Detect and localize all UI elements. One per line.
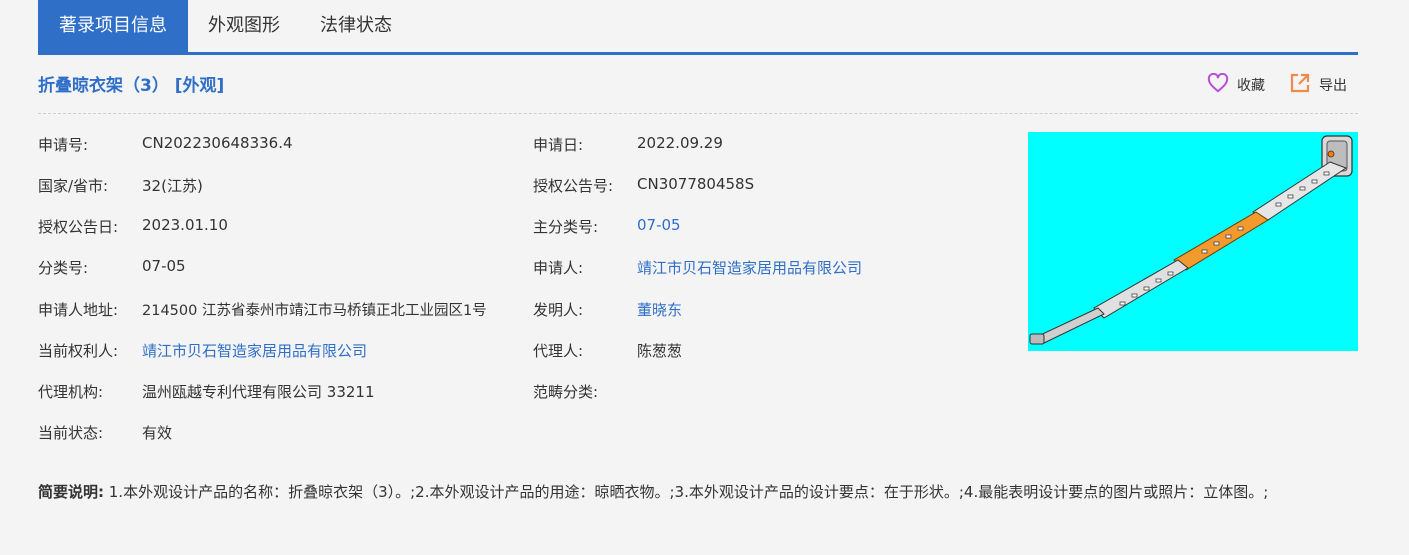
agent-value: 陈葱葱: [637, 342, 683, 360]
applicant-address-label: 申请人地址:: [38, 301, 119, 319]
tab-bar: 著录项目信息 外观图形 法律状态: [38, 0, 412, 52]
tab-legal-status[interactable]: 法律状态: [300, 0, 412, 52]
agency-label: 代理机构:: [38, 383, 104, 401]
applicant-label: 申请人:: [533, 259, 584, 277]
class-no-value: 07-05: [142, 257, 186, 275]
design-image[interactable]: [1028, 132, 1358, 351]
divider: [38, 113, 1358, 114]
inventor-link[interactable]: 董晓东: [637, 299, 682, 320]
grant-date-value: 2023.01.10: [142, 216, 228, 234]
agency-value: 温州瓯越专利代理有限公司 33211: [142, 383, 375, 401]
current-owner-label: 当前权利人:: [38, 342, 119, 360]
brief-description-label: 简要说明:: [38, 483, 104, 501]
external-link-icon: [1289, 72, 1311, 98]
patent-title: 折叠晾衣架（3） [外观]: [38, 76, 225, 96]
class-no-label: 分类号:: [38, 259, 89, 277]
brief-description: 简要说明: 1.本外观设计产品的名称：折叠晾衣架（3）。;2.本外观设计产品的用…: [38, 480, 1358, 504]
grant-date-label: 授权公告日:: [38, 218, 119, 236]
main-class-label: 主分类号:: [533, 218, 599, 236]
favorite-label: 收藏: [1237, 78, 1265, 94]
country-label: 国家/省市:: [38, 177, 109, 195]
applicant-link[interactable]: 靖江市贝石智造家居用品有限公司: [637, 257, 862, 278]
inventor-label: 发明人:: [533, 301, 584, 319]
title-actions: 收藏 导出: [1207, 72, 1347, 98]
status-value: 有效: [142, 424, 173, 442]
grant-no-value: CN307780458S: [637, 175, 755, 193]
tab-design-drawings[interactable]: 外观图形: [188, 0, 300, 52]
export-label: 导出: [1319, 78, 1347, 94]
favorite-button[interactable]: 收藏: [1207, 72, 1265, 97]
agent-label: 代理人:: [533, 342, 584, 360]
export-button[interactable]: 导出: [1289, 72, 1347, 98]
application-no-value: CN202230648336.4: [142, 134, 293, 152]
status-label: 当前状态:: [38, 424, 104, 442]
main-class-link[interactable]: 07-05: [637, 216, 681, 234]
applicant-address-value: 214500 江苏省泰州市靖江市马桥镇正北工业园区1号: [142, 303, 487, 319]
heart-icon: [1207, 72, 1229, 97]
drying-rack-illustration: [1029, 135, 1353, 345]
category-label: 范畴分类:: [533, 383, 599, 401]
brief-description-text: 1.本外观设计产品的名称：折叠晾衣架（3）。;2.本外观设计产品的用途：晾晒衣物…: [104, 483, 1269, 501]
application-no-label: 申请号:: [38, 136, 89, 154]
tab-bibliographic-info[interactable]: 著录项目信息: [38, 0, 188, 52]
patent-detail-page: { "tabs": ["著录项目信息", "外观图形", "法律状态"], "t…: [0, 0, 1409, 555]
tab-underline: [38, 52, 1358, 55]
country-value: 32(江苏): [142, 177, 203, 195]
application-date-label: 申请日:: [533, 136, 584, 154]
application-date-value: 2022.09.29: [637, 134, 723, 152]
grant-no-label: 授权公告号:: [533, 177, 614, 195]
current-owner-link[interactable]: 靖江市贝石智造家居用品有限公司: [142, 340, 367, 361]
